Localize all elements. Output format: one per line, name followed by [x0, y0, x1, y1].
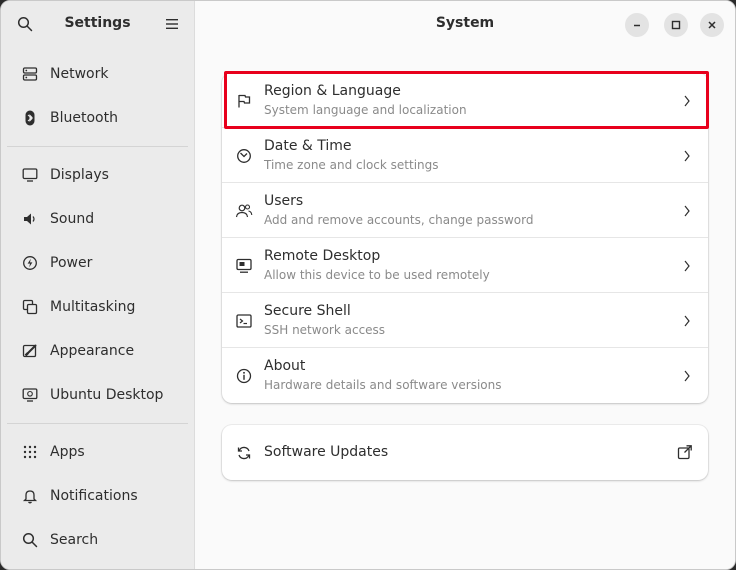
sidebar-item-label: Displays: [50, 167, 109, 183]
row-title: Region & Language: [264, 83, 401, 99]
display-icon: [21, 166, 39, 184]
sidebar-group-connectivity: Network Bluetooth: [1, 52, 194, 140]
bell-icon: [21, 487, 39, 505]
sidebar-item-label: Notifications: [50, 488, 138, 504]
row-about[interactable]: About Hardware details and software vers…: [222, 348, 708, 403]
sidebar-item-search[interactable]: Search: [9, 518, 186, 562]
apps-grid-icon: [21, 443, 39, 461]
chevron-right-icon: [684, 370, 690, 382]
system-settings-list: Region & Language System language and lo…: [222, 73, 708, 403]
page-title: System: [435, 15, 495, 31]
settings-window: Settings Network Bluetooth Displays Soun…: [0, 0, 736, 570]
appearance-icon: [21, 342, 39, 360]
row-secure-shell[interactable]: Secure Shell SSH network access: [222, 293, 708, 348]
sidebar-header: Settings: [1, 1, 194, 48]
row-subtitle: SSH network access: [264, 323, 386, 337]
power-icon: [21, 254, 39, 272]
row-title: Software Updates: [264, 444, 389, 460]
row-text: Software Updates: [264, 443, 388, 461]
sidebar-item-apps[interactable]: Apps: [9, 430, 186, 474]
minimize-button[interactable]: [625, 13, 649, 37]
hamburger-menu-icon: [166, 19, 178, 29]
sidebar-item-multitasking[interactable]: Multitasking: [9, 285, 186, 329]
minimize-icon: [634, 24, 640, 27]
sidebar-divider: [7, 423, 188, 424]
row-text: Users Add and remove accounts, change pa…: [264, 192, 533, 228]
network-icon: [21, 65, 39, 83]
flag-icon: [235, 92, 253, 110]
header-bar: System: [195, 1, 735, 48]
sidebar-item-label: Multitasking: [50, 299, 136, 315]
maximize-button[interactable]: [664, 13, 688, 37]
clock-icon: [235, 147, 253, 165]
row-title: Secure Shell: [264, 303, 351, 319]
sidebar: Settings Network Bluetooth Displays Soun…: [1, 1, 195, 569]
row-subtitle: Add and remove accounts, change password: [264, 213, 534, 227]
chevron-right-icon: [684, 315, 690, 327]
sidebar-item-bluetooth[interactable]: Bluetooth: [9, 96, 186, 140]
info-icon: [235, 367, 253, 385]
main-menu-button[interactable]: [158, 10, 186, 38]
close-button[interactable]: [700, 13, 724, 37]
row-remote-desktop[interactable]: Remote Desktop Allow this device to be u…: [222, 238, 708, 293]
sidebar-item-ubuntu-desktop[interactable]: Ubuntu Desktop: [9, 373, 186, 417]
row-text: Date & Time Time zone and clock settings: [264, 137, 439, 173]
sidebar-item-displays[interactable]: Displays: [9, 153, 186, 197]
refresh-icon: [235, 444, 253, 462]
sidebar-item-label: Bluetooth: [50, 110, 118, 126]
row-region-language[interactable]: Region & Language System language and lo…: [222, 73, 708, 128]
users-icon: [235, 202, 253, 220]
remote-desktop-icon: [235, 257, 253, 275]
row-software-updates[interactable]: Software Updates: [222, 425, 708, 480]
chevron-right-icon: [684, 95, 690, 107]
sidebar-item-label: Search: [50, 532, 99, 548]
row-title: Users: [264, 193, 304, 209]
row-text: Region & Language System language and lo…: [264, 82, 467, 118]
row-users[interactable]: Users Add and remove accounts, change pa…: [222, 183, 708, 238]
external-link-icon: [677, 445, 692, 460]
row-subtitle: Allow this device to be used remotely: [264, 268, 490, 282]
sidebar-divider: [7, 146, 188, 147]
row-title: Date & Time: [264, 138, 352, 154]
sidebar-item-appearance[interactable]: Appearance: [9, 329, 186, 373]
sidebar-item-label: Power: [50, 255, 93, 271]
row-title: Remote Desktop: [264, 248, 381, 264]
multitasking-icon: [21, 298, 39, 316]
sidebar-item-label: Network: [50, 66, 109, 82]
row-text: Secure Shell SSH network access: [264, 302, 385, 338]
ubuntu-desktop-icon: [21, 386, 39, 404]
sidebar-group-apps: Apps Notifications Search: [1, 430, 194, 562]
row-subtitle: Time zone and clock settings: [264, 158, 439, 172]
main-panel: System Region & Language System language…: [195, 1, 735, 569]
row-text: About Hardware details and software vers…: [264, 357, 502, 393]
software-updates-card: Software Updates: [222, 425, 708, 480]
search-icon: [21, 531, 39, 549]
terminal-icon: [235, 312, 253, 330]
sidebar-item-label: Appearance: [50, 343, 135, 359]
chevron-right-icon: [684, 260, 690, 272]
sidebar-item-network[interactable]: Network: [9, 52, 186, 96]
sidebar-item-label: Sound: [50, 211, 95, 227]
bluetooth-icon: [21, 109, 39, 127]
close-icon: [708, 21, 716, 29]
chevron-right-icon: [684, 205, 690, 217]
chevron-right-icon: [684, 150, 690, 162]
maximize-icon: [671, 20, 681, 30]
sidebar-item-notifications[interactable]: Notifications: [9, 474, 186, 518]
sidebar-item-label: Apps: [50, 444, 85, 460]
sidebar-group-device: Displays Sound Power Multitasking Appear…: [1, 153, 194, 417]
row-text: Remote Desktop Allow this device to be u…: [264, 247, 490, 283]
row-subtitle: System language and localization: [264, 103, 467, 117]
row-title: About: [264, 358, 306, 374]
sound-icon: [21, 210, 39, 228]
sidebar-item-label: Ubuntu Desktop: [50, 387, 164, 403]
row-subtitle: Hardware details and software versions: [264, 378, 502, 392]
row-date-time[interactable]: Date & Time Time zone and clock settings: [222, 128, 708, 183]
sidebar-item-power[interactable]: Power: [9, 241, 186, 285]
sidebar-item-sound[interactable]: Sound: [9, 197, 186, 241]
